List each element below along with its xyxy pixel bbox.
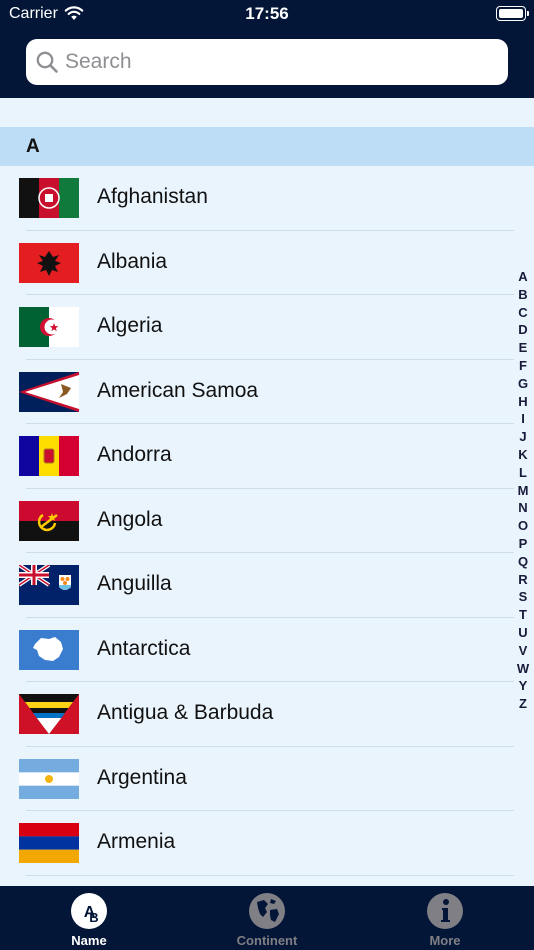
american-samoa-flag-icon bbox=[19, 371, 79, 412]
index-letter-f[interactable]: F bbox=[512, 357, 534, 375]
index-letter-a[interactable]: A bbox=[512, 268, 534, 286]
globe-icon bbox=[249, 893, 285, 929]
index-letter-w[interactable]: W bbox=[512, 660, 534, 678]
country-name: Algeria bbox=[97, 314, 163, 337]
top-bar: Carrier 17:56 bbox=[0, 0, 534, 98]
tab-bar: A B Name Continent More bbox=[0, 886, 534, 950]
ab-letters-icon: A B bbox=[71, 893, 107, 929]
index-letter-l[interactable]: L bbox=[512, 464, 534, 482]
list-item-anguilla[interactable]: Anguilla bbox=[0, 553, 534, 618]
algeria-flag-icon bbox=[19, 307, 79, 347]
tab-continent-label: Continent bbox=[236, 933, 298, 948]
country-name: Antigua & Barbuda bbox=[97, 701, 274, 724]
list-item-antarctica[interactable]: Antarctica bbox=[0, 618, 534, 682]
list-item-afghanistan[interactable]: Afghanistan bbox=[0, 166, 534, 231]
country-name: Afghanistan bbox=[97, 185, 208, 208]
tab-more[interactable]: More bbox=[356, 886, 534, 950]
country-list[interactable]: Afghanistan Albania Algeria American Sam… bbox=[0, 166, 534, 876]
search-input[interactable] bbox=[65, 46, 495, 78]
info-icon bbox=[427, 893, 463, 929]
country-name: Antarctica bbox=[97, 636, 191, 660]
albania-flag-icon bbox=[19, 242, 79, 283]
section-index[interactable]: A B C D E F G H I J K L M N O P Q R S T … bbox=[512, 268, 534, 713]
index-letter-p[interactable]: P bbox=[512, 535, 534, 553]
index-letter-o[interactable]: O bbox=[512, 517, 534, 535]
section-header: A bbox=[0, 127, 534, 166]
index-letter-n[interactable]: N bbox=[512, 499, 534, 517]
list-item-american-samoa[interactable]: American Samoa bbox=[0, 360, 534, 424]
tab-name[interactable]: A B Name bbox=[0, 886, 178, 950]
angola-flag-icon bbox=[19, 500, 79, 541]
index-letter-h[interactable]: H bbox=[512, 393, 534, 411]
index-letter-t[interactable]: T bbox=[512, 606, 534, 624]
country-name: Angola bbox=[97, 507, 163, 531]
index-letter-e[interactable]: E bbox=[512, 339, 534, 357]
tab-more-label: More bbox=[429, 933, 461, 948]
battery-icon bbox=[496, 6, 529, 21]
index-letter-q[interactable]: Q bbox=[512, 553, 534, 571]
index-letter-s[interactable]: S bbox=[512, 588, 534, 606]
country-name: Anguilla bbox=[97, 572, 172, 595]
argentina-flag-icon bbox=[19, 758, 79, 799]
index-letter-g[interactable]: G bbox=[512, 375, 534, 393]
tab-name-label: Name bbox=[71, 933, 107, 948]
list-item-antigua-barbuda[interactable]: Antigua & Barbuda bbox=[0, 682, 534, 747]
country-name: Argentina bbox=[97, 765, 187, 789]
section-header-label: A bbox=[26, 136, 40, 157]
search-bar[interactable] bbox=[26, 39, 508, 85]
andorra-flag-icon bbox=[19, 436, 79, 476]
country-name: Armenia bbox=[97, 830, 176, 853]
index-letter-m[interactable]: M bbox=[512, 482, 534, 500]
antigua-barbuda-flag-icon bbox=[19, 694, 79, 734]
list-item-argentina[interactable]: Argentina bbox=[0, 747, 534, 811]
index-letter-y[interactable]: Y bbox=[512, 677, 534, 695]
index-letter-z[interactable]: Z bbox=[512, 695, 534, 713]
status-time: 17:56 bbox=[245, 4, 289, 23]
index-letter-c[interactable]: C bbox=[512, 304, 534, 322]
index-letter-v[interactable]: V bbox=[512, 642, 534, 660]
index-letter-r[interactable]: R bbox=[512, 571, 534, 589]
list-item-andorra[interactable]: Andorra bbox=[0, 424, 534, 489]
country-name: American Samoa bbox=[97, 378, 259, 402]
country-name: Andorra bbox=[97, 443, 172, 466]
index-letter-d[interactable]: D bbox=[512, 321, 534, 339]
afghanistan-flag-icon bbox=[19, 178, 79, 218]
armenia-flag-icon bbox=[19, 823, 79, 863]
index-letter-b[interactable]: B bbox=[512, 286, 534, 304]
list-item-albania[interactable]: Albania bbox=[0, 231, 534, 295]
index-letter-u[interactable]: U bbox=[512, 624, 534, 642]
status-bar: Carrier 17:56 bbox=[0, 0, 534, 28]
list-item-armenia[interactable]: Armenia bbox=[0, 811, 534, 876]
list-item-algeria[interactable]: Algeria bbox=[0, 295, 534, 360]
list-item-angola[interactable]: Angola bbox=[0, 489, 534, 553]
antarctica-flag-icon bbox=[19, 629, 79, 670]
country-name: Albania bbox=[97, 249, 168, 273]
svg-text:B: B bbox=[89, 910, 98, 925]
anguilla-flag-icon bbox=[19, 565, 79, 605]
index-letter-j[interactable]: J bbox=[512, 428, 534, 446]
search-icon bbox=[36, 51, 58, 73]
index-letter-k[interactable]: K bbox=[512, 446, 534, 464]
index-letter-i[interactable]: I bbox=[512, 410, 534, 428]
tab-continent[interactable]: Continent bbox=[178, 886, 356, 950]
